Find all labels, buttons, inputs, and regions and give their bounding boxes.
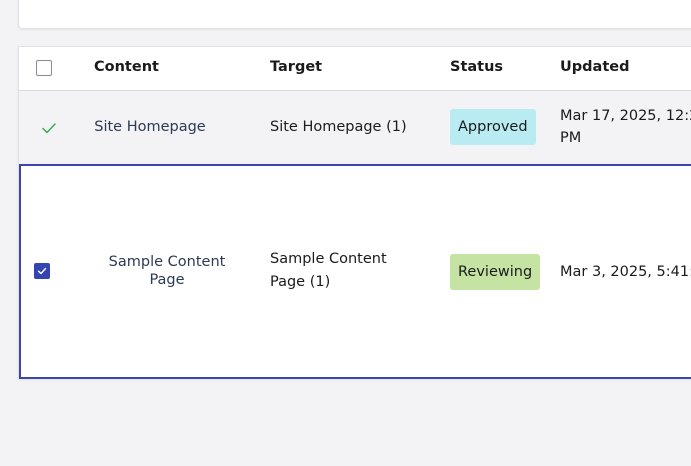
column-header-status[interactable]: Status: [450, 59, 503, 75]
row-content-title[interactable]: Site Homepage: [85, 116, 215, 138]
table-header-row: Content Target Status Updated: [19, 47, 691, 91]
row-select-checkbox[interactable]: [34, 263, 50, 279]
row-updated: Mar 17, 2025, 12:29 PM: [560, 108, 691, 146]
review-table: Content Target Status Updated Site Homep…: [18, 46, 691, 379]
table-row-selected[interactable]: Sample Content Page Sample Content Page …: [19, 164, 691, 379]
row-target: Sample Content Page (1): [270, 251, 387, 290]
checkmark-icon: [41, 120, 57, 139]
row-target: Site Homepage (1): [270, 119, 407, 135]
column-header-target[interactable]: Target: [270, 59, 322, 75]
row-content-title[interactable]: Sample Content Page: [107, 253, 227, 289]
check-icon: [37, 267, 47, 275]
column-header-updated[interactable]: Updated: [560, 59, 629, 75]
top-panel: [18, 0, 691, 29]
column-header-content[interactable]: Content: [94, 59, 159, 75]
status-badge: Approved: [450, 109, 536, 145]
status-badge: Reviewing: [450, 254, 541, 290]
table-row[interactable]: Site Homepage Site Homepage (1) Approved…: [19, 91, 691, 164]
row-updated: Mar 3, 2025, 5:41:2: [560, 264, 691, 280]
select-all-checkbox[interactable]: [36, 60, 52, 76]
